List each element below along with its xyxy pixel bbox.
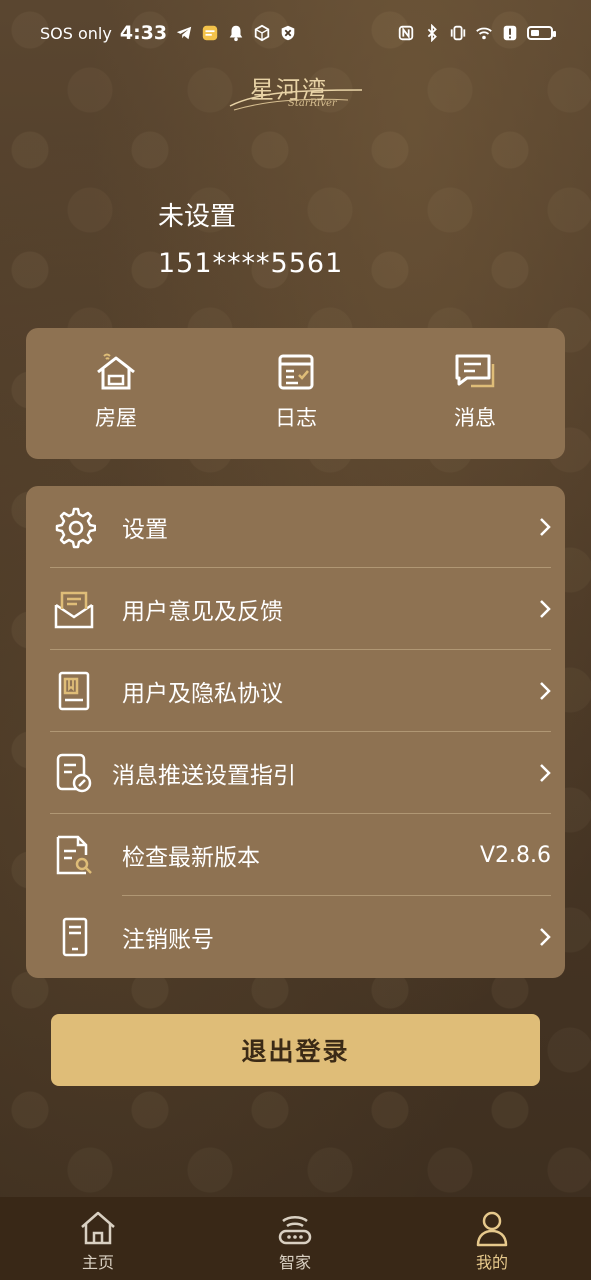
quick-actions-card: 房屋 日志 消息 [26, 328, 565, 459]
smart-home-icon [278, 1216, 312, 1245]
document-search-icon [56, 835, 92, 875]
log-icon [278, 354, 314, 390]
profile-name[interactable]: 未设置 [158, 196, 236, 233]
cube-icon [254, 24, 270, 42]
menu-item-label: 设置 [122, 517, 168, 543]
nav-item-label: 主页 [81, 1253, 114, 1272]
menu-item-feedback[interactable]: 用户意见及反馈 [26, 568, 565, 650]
nav-item-label: 智家 [278, 1253, 311, 1272]
profile-phone: 151****5561 [158, 248, 344, 279]
status-right [397, 24, 556, 42]
agreement-document-icon [58, 671, 90, 711]
message-icon [455, 354, 495, 388]
menu-item-label: 消息推送设置指引 [112, 763, 296, 789]
gear-icon [55, 507, 96, 549]
bluetooth-icon [427, 24, 437, 42]
nav-item-profile[interactable]: 我的 [432, 1197, 552, 1280]
carrier-text: SOS only [40, 23, 112, 43]
bell-icon [229, 25, 243, 42]
shield-icon [281, 25, 295, 41]
logo-subtitle: StarRiver [288, 98, 337, 109]
quick-item-label: 消息 [454, 406, 496, 430]
menu-item-label: 注销账号 [122, 927, 214, 953]
status-left: SOS only 4:33 [40, 22, 297, 44]
quick-item-label: 日志 [275, 406, 317, 430]
chevron-right-icon [540, 682, 551, 700]
quick-item-house[interactable]: 房屋 [46, 328, 186, 459]
nav-item-smart-home[interactable]: 智家 [235, 1197, 355, 1280]
alert-icon [503, 25, 517, 41]
nav-item-label: 我的 [475, 1253, 508, 1272]
settings-menu-card: 设置 用户意见及反馈 用户及隐私协议 消息推送设置指引 检查最新版本 V2.8.… [26, 486, 565, 978]
quick-item-label: 房屋 [95, 406, 137, 430]
notes-app-icon [202, 25, 218, 41]
wifi-icon [476, 27, 492, 40]
logout-button[interactable]: 退出登录 [51, 1014, 540, 1086]
menu-item-check-version[interactable]: 检查最新版本 V2.8.6 [26, 814, 565, 896]
menu-item-push-guide[interactable]: 消息推送设置指引 [26, 732, 565, 814]
chevron-right-icon [540, 764, 551, 782]
brand-logo: 星河湾 StarRiver [228, 70, 364, 114]
feedback-envelope-icon [54, 591, 94, 629]
version-value: V2.8.6 [479, 842, 551, 868]
telegram-icon [176, 26, 192, 40]
quick-item-log[interactable]: 日志 [226, 328, 366, 459]
phone-device-icon [62, 917, 88, 957]
battery-icon [527, 26, 556, 40]
profile-icon [476, 1211, 508, 1247]
chevron-right-icon [540, 518, 551, 536]
clock-time: 4:33 [119, 22, 168, 44]
menu-item-label: 用户意见及反馈 [122, 599, 283, 625]
status-bar: SOS only 4:33 [0, 0, 591, 66]
chevron-right-icon [540, 600, 551, 618]
home-icon [81, 1211, 115, 1245]
house-icon [97, 353, 135, 390]
menu-item-label: 检查最新版本 [122, 845, 260, 871]
nfc-icon [398, 25, 414, 41]
bottom-navigation: 主页 智家 我的 [0, 1197, 591, 1280]
nav-item-home[interactable]: 主页 [38, 1197, 158, 1280]
menu-item-privacy-agreement[interactable]: 用户及隐私协议 [26, 650, 565, 732]
menu-item-settings[interactable]: 设置 [26, 486, 565, 568]
quick-item-message[interactable]: 消息 [405, 328, 545, 459]
push-settings-icon [56, 753, 92, 793]
chevron-right-icon [540, 928, 551, 946]
menu-item-label: 用户及隐私协议 [122, 681, 283, 707]
vibrate-icon [450, 25, 466, 41]
menu-item-delete-account[interactable]: 注销账号 [26, 896, 565, 978]
